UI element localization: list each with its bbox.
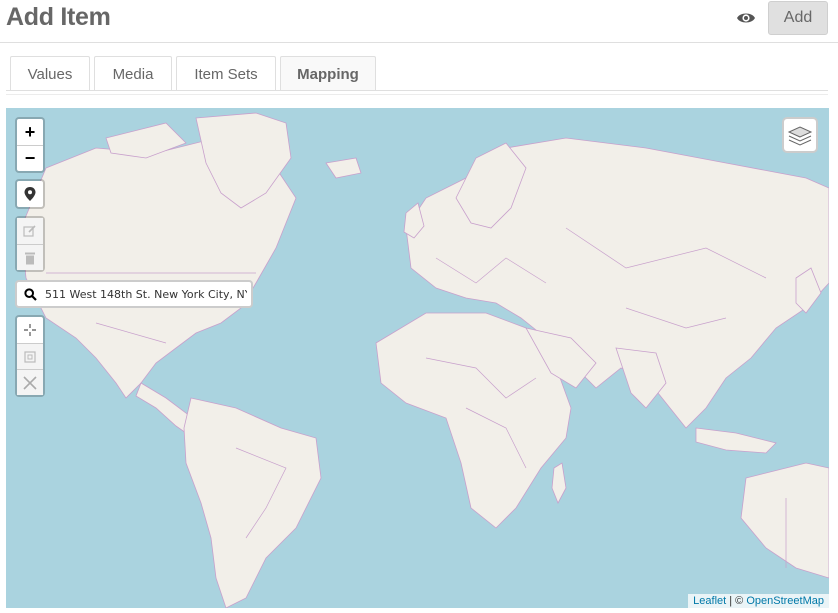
draw-marker-control [15,179,45,209]
search-button[interactable] [15,280,43,308]
search-icon [23,287,37,301]
zoom-out-button[interactable]: − [17,145,43,171]
iceland [325,157,362,179]
go-default-view-button[interactable] [17,343,43,369]
tab-media[interactable]: Media [94,56,172,91]
eye-icon[interactable] [736,10,756,26]
leaflet-link[interactable]: Leaflet [693,595,726,607]
default-view-control [15,315,45,397]
tab-values[interactable]: Values [10,56,90,91]
plus-icon: + [24,121,36,142]
page-title: Add Item [6,3,111,31]
world-map [20,112,829,608]
map-marker-icon [24,187,36,201]
map-attribution: Leaflet | © OpenStreetMap [688,594,829,608]
page-header: Add Item Add [0,0,838,43]
openstreetmap-link[interactable]: OpenStreetMap [746,595,824,607]
indonesia [695,427,777,454]
close-icon [23,375,37,390]
zoom-control: + − [15,117,45,173]
frame-icon [24,350,36,363]
edit-layers-button[interactable] [17,218,43,244]
add-button[interactable]: Add [768,1,828,35]
draw-marker-button[interactable] [17,181,43,207]
layers-icon [787,126,813,146]
attribution-separator: | © [726,595,747,607]
edit-icon [23,225,36,237]
trash-icon [25,252,35,264]
tabs-divider-secondary [6,94,828,95]
crosshair-icon [24,324,36,336]
layers-control[interactable] [782,117,818,153]
tab-item-sets[interactable]: Item Sets [176,56,276,91]
minus-icon: − [24,148,36,168]
set-default-view-button[interactable] [17,317,43,343]
delete-layers-button[interactable] [17,244,43,270]
edit-control [15,216,45,272]
tabs-divider [6,90,828,91]
south-america [183,397,322,608]
geocoder-control [15,280,253,310]
map-canvas[interactable]: + − 511 West 148th St. New York City, NY… [6,108,829,608]
clear-default-view-button[interactable] [17,369,43,395]
geocoder-search-input[interactable] [43,280,253,308]
australia [740,462,829,579]
madagascar [551,462,567,504]
zoom-in-button[interactable]: + [17,119,43,145]
tab-mapping[interactable]: Mapping [280,56,376,91]
